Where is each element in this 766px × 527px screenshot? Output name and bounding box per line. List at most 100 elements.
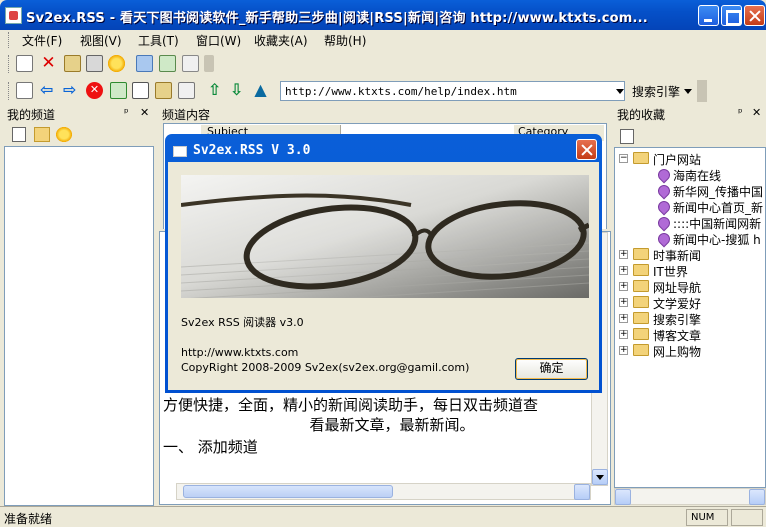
tree-item-label: 新闻中心首页_新 xyxy=(673,201,764,215)
home-icon[interactable] xyxy=(132,82,149,99)
expand-icon[interactable]: + xyxy=(619,250,628,259)
back-arrow-icon[interactable]: ⇦ xyxy=(40,82,57,99)
add-channel-icon[interactable] xyxy=(12,127,26,142)
channel-content-title: 频道内容 xyxy=(162,108,211,122)
update-icon[interactable] xyxy=(159,55,176,72)
link-icon xyxy=(655,166,673,184)
expand-icon[interactable]: + xyxy=(619,298,628,307)
tree-link[interactable]: 新华网_传播中国 xyxy=(615,182,765,200)
down-arrow-icon[interactable]: ⇩ xyxy=(228,82,245,99)
expand-icon[interactable]: + xyxy=(619,346,628,355)
standard-toolbar: ✕ xyxy=(6,51,218,77)
expand-icon[interactable]: + xyxy=(619,282,628,291)
horizontal-scrollbar[interactable] xyxy=(176,483,591,500)
favorites-tree[interactable]: − 门户网站 海南在线 新华网_传播中国 新闻中心首页_新 ::::中国新闻网新… xyxy=(614,147,766,488)
channels-pane-title: 我的频道 xyxy=(7,108,56,122)
calendar-icon[interactable] xyxy=(86,55,103,72)
status-panel xyxy=(731,509,763,526)
expand-icon[interactable]: + xyxy=(619,314,628,323)
tree-folder[interactable]: + 网上购物 xyxy=(615,343,765,359)
tree-item-label: 门户网站 xyxy=(653,153,702,167)
expand-icon[interactable]: + xyxy=(619,266,628,275)
new-channel-icon[interactable] xyxy=(16,55,33,72)
toolbar-chevron-icon[interactable] xyxy=(204,55,214,72)
settings-gear-icon[interactable] xyxy=(108,55,125,72)
tree-item-label: 博客文章 xyxy=(653,329,702,343)
pin-icon[interactable]: ᵖ xyxy=(124,106,129,119)
address-input[interactable]: http://www.ktxts.com/help/index.htm xyxy=(280,81,625,101)
tree-folder[interactable]: + 网址导航 xyxy=(615,279,765,295)
favorites-horizontal-scrollbar[interactable] xyxy=(614,488,766,505)
favorites-pane-title: 我的收藏 xyxy=(617,108,666,122)
refresh-all-icon[interactable] xyxy=(136,55,153,72)
tree-link[interactable]: 海南在线 xyxy=(615,166,765,184)
maximize-button[interactable] xyxy=(721,5,742,26)
refresh-icon[interactable] xyxy=(110,82,127,99)
toolbar-grip[interactable] xyxy=(8,82,11,100)
expand-icon[interactable]: + xyxy=(619,330,628,339)
menu-grip[interactable] xyxy=(8,32,11,48)
folder-icon xyxy=(633,328,649,340)
folder-icon xyxy=(633,344,649,356)
status-text: 准备就绪 xyxy=(4,512,53,526)
print-icon[interactable] xyxy=(178,82,195,99)
tree-folder[interactable]: + 搜索引擎 xyxy=(615,311,765,327)
link-icon xyxy=(655,214,673,232)
folder-import-icon[interactable] xyxy=(64,55,81,72)
close-button[interactable] xyxy=(744,5,765,26)
link-icon xyxy=(655,182,673,200)
document-icon[interactable] xyxy=(182,55,199,72)
add-favorite-icon[interactable] xyxy=(620,129,634,144)
toolbar-grip[interactable] xyxy=(8,55,11,73)
dialog-url: http://www.ktxts.com xyxy=(181,346,299,359)
scroll-right-button[interactable] xyxy=(749,489,765,505)
toolbar-chevron-icon[interactable] xyxy=(697,80,707,102)
search-engine-label: 搜索引擎 xyxy=(632,85,681,99)
forward-arrow-icon[interactable]: ⇨ xyxy=(63,82,80,99)
menu-favorites[interactable]: 收藏夹(A) xyxy=(254,32,308,49)
scroll-down-button[interactable] xyxy=(592,469,608,485)
dialog-copyright: CopyRight 2008-2009 Sv2ex(sv2ex.org@gami… xyxy=(181,361,470,374)
menu-tools[interactable]: 工具(T) xyxy=(138,32,179,49)
tree-folder-portals[interactable]: − 门户网站 xyxy=(615,151,765,167)
tree-folder[interactable]: + 文学爱好 xyxy=(615,295,765,311)
favorites-folder-icon[interactable] xyxy=(155,82,172,99)
stop-icon[interactable]: ✕ xyxy=(86,82,103,99)
channel-list[interactable] xyxy=(4,146,154,506)
menu-view[interactable]: 视图(V) xyxy=(80,32,122,49)
scroll-right-button[interactable] xyxy=(574,484,590,500)
tree-folder[interactable]: + IT世界 xyxy=(615,263,765,279)
menu-file[interactable]: 文件(F) xyxy=(22,32,62,49)
tree-item-label: 网上购物 xyxy=(653,345,702,359)
new-page-icon[interactable] xyxy=(16,82,33,99)
tree-item-label: 时事新闻 xyxy=(653,249,702,263)
ok-button[interactable]: 确定 xyxy=(515,358,588,380)
close-pane-icon[interactable]: ✕ xyxy=(140,106,149,119)
tree-item-label: IT世界 xyxy=(653,265,688,279)
address-dropdown-arrow[interactable] xyxy=(614,82,626,100)
scroll-thumb[interactable] xyxy=(183,485,393,498)
tree-folder[interactable]: + 时事新闻 xyxy=(615,247,765,263)
collapse-icon[interactable]: − xyxy=(619,154,628,163)
tree-link[interactable]: 新闻中心首页_新 xyxy=(615,198,765,216)
tree-link[interactable]: ::::中国新闻网新 xyxy=(615,214,765,232)
tree-item-label: 网址导航 xyxy=(653,281,702,295)
channel-settings-icon[interactable] xyxy=(56,127,72,142)
search-engine-select[interactable]: 搜索引擎 xyxy=(629,81,694,101)
tree-folder[interactable]: + 博客文章 xyxy=(615,327,765,343)
close-pane-icon[interactable]: ✕ xyxy=(752,106,761,119)
minimize-button[interactable] xyxy=(698,5,719,26)
dialog-close-button[interactable] xyxy=(576,139,597,160)
menu-help[interactable]: 帮助(H) xyxy=(324,32,366,49)
font-size-icon[interactable]: ▲ xyxy=(252,82,269,99)
folder-open-icon xyxy=(633,152,649,164)
up-arrow-icon[interactable]: ⇧ xyxy=(206,82,223,99)
pin-icon[interactable]: ᵖ xyxy=(738,106,743,119)
folder-icon xyxy=(633,296,649,308)
app-icon[interactable] xyxy=(5,7,22,24)
edit-channel-icon[interactable] xyxy=(34,127,50,142)
tree-link[interactable]: 新闻中心-搜狐 h xyxy=(615,230,765,248)
scroll-left-button[interactable] xyxy=(615,489,631,505)
delete-icon[interactable]: ✕ xyxy=(40,55,57,72)
menu-window[interactable]: 窗口(W) xyxy=(196,32,241,49)
